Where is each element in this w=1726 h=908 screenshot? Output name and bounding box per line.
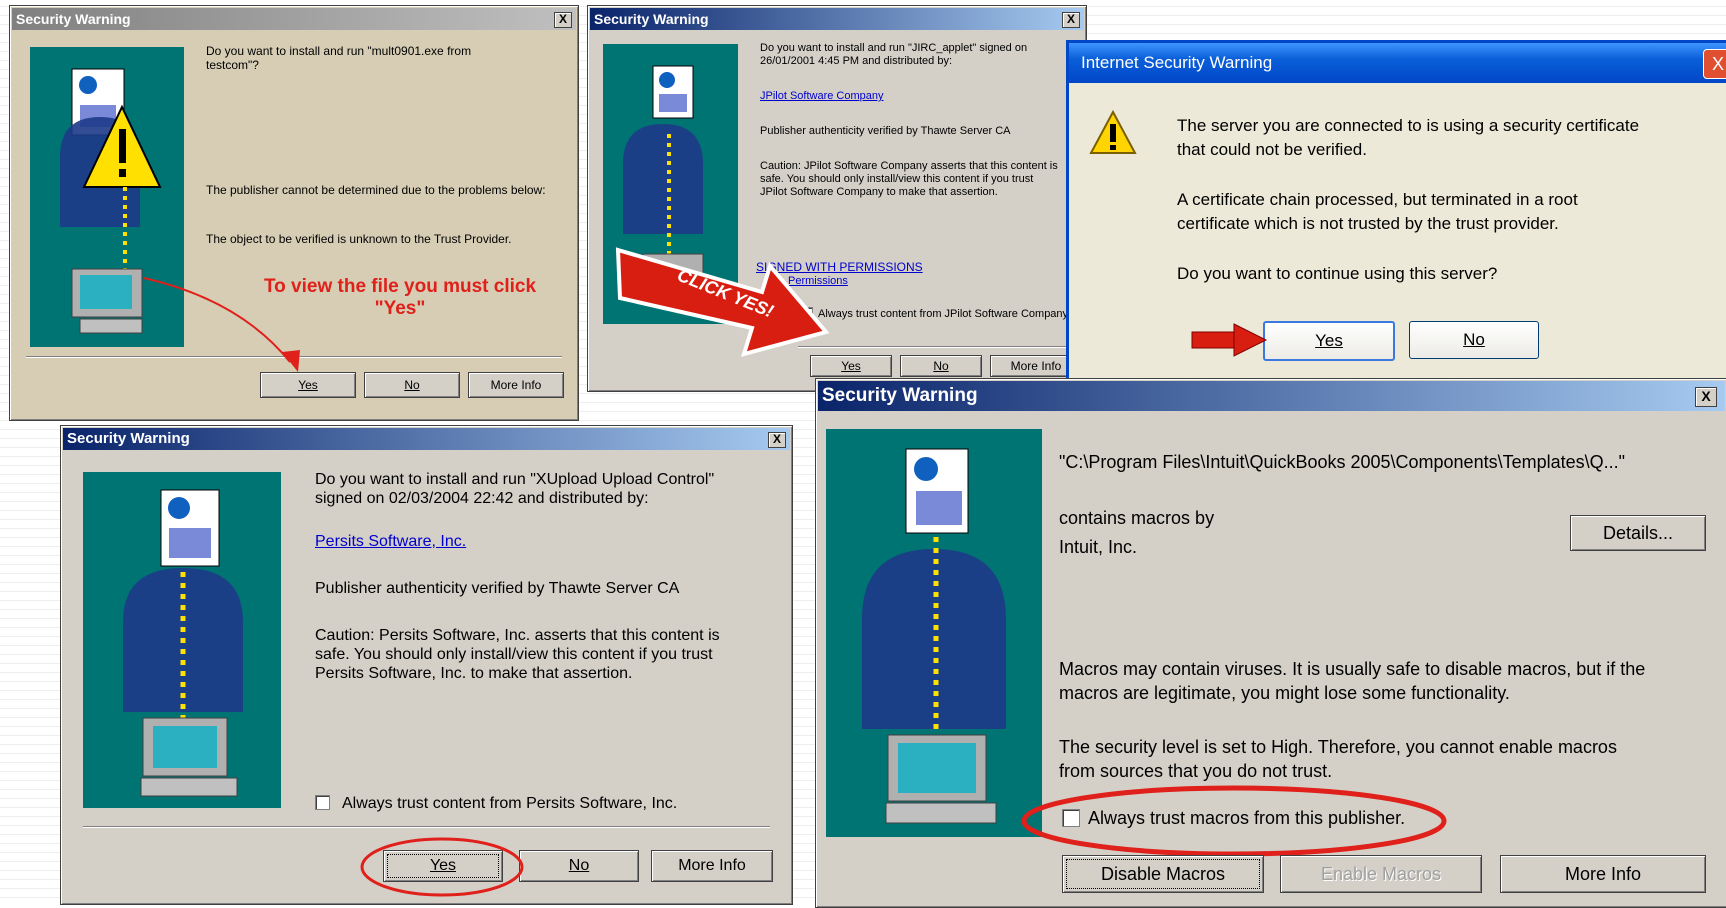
title: Security Warning <box>16 11 131 27</box>
title-bar: Security Warning X <box>12 8 576 30</box>
more-info-label: More Info <box>1564 864 1642 884</box>
separator <box>798 346 1076 348</box>
enable-macros-button[interactable]: Enable Macros <box>1280 855 1482 893</box>
message-line-1: The server you are connected to is using… <box>1177 116 1640 135</box>
caution: Caution: JPilot Software Company asserts… <box>760 160 1058 198</box>
virus-warning-line-2: macros are legitimate, you might lose so… <box>1059 683 1510 703</box>
title-bar: Security Warning X <box>818 381 1725 411</box>
caution-line-3: Persits Software, Inc. to make that asse… <box>315 665 633 682</box>
details-label: Details... <box>1602 523 1674 543</box>
close-button[interactable]: X <box>1695 387 1717 407</box>
no-label: No <box>933 359 949 373</box>
continue-question: Do you want to continue using this serve… <box>1177 264 1498 283</box>
no-button[interactable]: No <box>364 372 460 398</box>
no-label: No <box>404 378 420 392</box>
title: Security Warning <box>67 430 190 447</box>
trust-label: Always trust content from Persits Softwa… <box>342 795 678 812</box>
more-info-button[interactable]: More Info <box>468 372 564 398</box>
yes-label: Yes <box>841 359 861 373</box>
enable-macros-label: Enable Macros <box>1320 864 1442 884</box>
no-button[interactable]: No <box>900 355 982 377</box>
title-bar: Internet Security Warning X <box>1069 43 1726 83</box>
macro-security-warning-dialog: Security Warning X "C:\Program Files\Int… <box>815 378 1726 908</box>
no-label: No <box>568 857 590 874</box>
warning-icon <box>1089 109 1137 154</box>
caution-line-2: safe. You should only install/view this … <box>315 646 713 663</box>
question-text: Do you want to install and run "XUpload … <box>315 471 715 488</box>
security-level-line-2: from sources that you do not trust. <box>1059 761 1333 781</box>
publisher-name: Intuit, Inc. <box>1059 537 1138 557</box>
separator <box>83 826 770 828</box>
more-info-label: More Info <box>490 378 542 392</box>
more-info-button[interactable]: More Info <box>1500 855 1706 893</box>
question-line-1: Do you want to install and run "XUpload … <box>315 470 714 489</box>
security-illustration <box>826 429 1042 837</box>
company-link[interactable]: JPilot Software Company <box>760 89 884 103</box>
caution-line-1: Caution: Persits Software, Inc. asserts … <box>315 627 720 644</box>
no-button[interactable]: No <box>519 850 639 882</box>
verified: Publisher authenticity verified by Thawt… <box>760 125 1011 137</box>
message-line-4: certificate which is not trusted by the … <box>1177 214 1559 233</box>
pointer-arrow <box>1191 323 1268 357</box>
file-path: "C:\Program Files\Intuit\QuickBooks 2005… <box>1059 452 1626 472</box>
more-info-label: More Info <box>678 857 746 874</box>
lock-computer-icon <box>862 448 1006 824</box>
disable-macros-button[interactable]: Disable Macros <box>1062 855 1264 893</box>
close-button[interactable]: X <box>1062 12 1080 28</box>
more-info-button[interactable]: More Info <box>651 850 773 882</box>
question: Do you want to install and run "mult0901… <box>206 44 472 72</box>
more-info-label: More Info <box>1010 359 1062 373</box>
no-button[interactable]: No <box>1409 321 1539 359</box>
disable-macros-label: Disable Macros <box>1100 864 1226 884</box>
contains-macros-by: contains macros by <box>1059 508 1215 528</box>
virus-warning-line-1: Macros may contain viruses. It is usuall… <box>1059 659 1646 679</box>
close-button[interactable]: X <box>554 12 572 28</box>
trust-checkbox[interactable] <box>315 795 330 810</box>
close-button[interactable]: X <box>768 432 786 448</box>
title-bar: Security Warning X <box>590 8 1084 30</box>
question-line-2: signed on 02/03/2004 22:42 and distribut… <box>315 490 649 507</box>
object-message: The object to be verified is unknown to … <box>206 232 512 246</box>
message-line-2: that could not be verified. <box>1177 140 1367 159</box>
title: Security Warning <box>822 385 978 406</box>
yes-button[interactable]: Yes <box>1263 321 1395 361</box>
annotation-line-2: "Yes" <box>374 298 426 319</box>
title: Security Warning <box>594 11 709 27</box>
internet-security-warning-dialog: Internet Security Warning X The server y… <box>1066 40 1726 418</box>
title-bar: Security Warning X <box>63 428 790 450</box>
company-link[interactable]: Persits Software, Inc. <box>315 532 466 551</box>
yes-label: Yes <box>1315 331 1343 350</box>
close-button[interactable]: X <box>1703 49 1726 79</box>
close-label: X <box>1711 54 1724 74</box>
trust-label: Always trust content from JPilot Softwar… <box>818 308 1069 320</box>
message-line-3: A certificate chain processed, but termi… <box>1177 190 1578 209</box>
details-button[interactable]: Details... <box>1570 515 1706 551</box>
highlight-ellipse-yes <box>360 837 524 897</box>
highlight-ellipse-trust <box>1021 785 1447 857</box>
security-illustration <box>83 472 281 808</box>
yes-label: Yes <box>298 378 318 392</box>
lock-computer-icon <box>123 489 243 797</box>
question: Do you want to install and run "JIRC_app… <box>760 42 1028 67</box>
security-warning-dialog-3: Security Warning X Do you want to instal… <box>60 425 793 905</box>
publisher-message: The publisher cannot be determined due t… <box>206 183 546 197</box>
click-yes-arrow: CLICK YES! <box>615 247 830 357</box>
title: Internet Security Warning <box>1081 53 1273 72</box>
annotation-arrow <box>143 277 300 372</box>
security-level-line-1: The security level is set to High. There… <box>1059 737 1617 757</box>
no-label: No <box>1463 330 1485 349</box>
verified: Publisher authenticity verified by Thawt… <box>315 580 680 597</box>
